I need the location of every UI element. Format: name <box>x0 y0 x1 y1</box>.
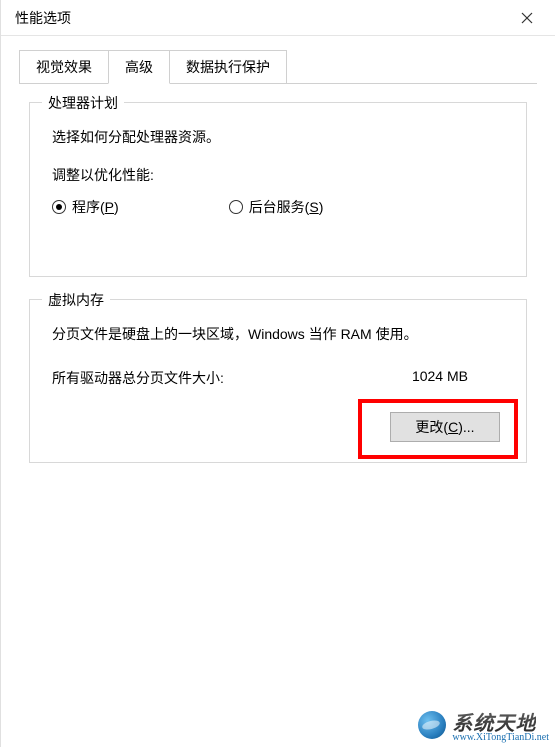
watermark-text-en: www.XiTongTianDi.net <box>452 732 549 743</box>
change-button[interactable]: 更改(C)... <box>390 412 500 442</box>
radio-label: 程序(P) <box>72 197 119 217</box>
paging-total-value: 1024 MB <box>412 368 468 388</box>
tab-visual-effects[interactable]: 视觉效果 <box>19 50 109 84</box>
tab-label: 视觉效果 <box>36 59 92 75</box>
radio-programs[interactable]: 程序(P) <box>52 197 119 217</box>
change-button-container: 更改(C)... <box>382 404 508 450</box>
radio-icon <box>229 200 243 214</box>
radio-icon <box>52 200 66 214</box>
watermark: 系统天地 www.XiTongTianDi.net <box>418 707 549 743</box>
paging-total-row: 所有驱动器总分页文件大小: 1024 MB <box>52 368 508 388</box>
adjust-label: 调整以优化性能: <box>52 165 508 185</box>
tab-advanced[interactable]: 高级 <box>108 50 170 84</box>
radio-group-scheduling: 程序(P) 后台服务(S) <box>52 197 508 217</box>
virtual-memory-group: 虚拟内存 分页文件是硬盘上的一块区域，Windows 当作 RAM 使用。 所有… <box>29 299 527 463</box>
performance-options-dialog: 性能选项 视觉效果 高级 数据执行保护 处理器计划 选择如何分配处理器资源。 调… <box>0 0 555 747</box>
group-legend: 虚拟内存 <box>42 290 110 310</box>
radio-label: 后台服务(S) <box>249 197 324 217</box>
radio-background-services[interactable]: 后台服务(S) <box>229 197 324 217</box>
close-button[interactable] <box>507 4 547 32</box>
group-legend: 处理器计划 <box>42 93 124 113</box>
tab-label: 数据执行保护 <box>186 59 270 75</box>
paging-total-label: 所有驱动器总分页文件大小: <box>52 368 224 388</box>
processor-scheduling-group: 处理器计划 选择如何分配处理器资源。 调整以优化性能: 程序(P) 后台服务(S… <box>29 102 527 277</box>
tab-label: 高级 <box>125 59 153 75</box>
processor-desc: 选择如何分配处理器资源。 <box>52 127 508 147</box>
tab-dep[interactable]: 数据执行保护 <box>169 50 287 84</box>
tab-panel-advanced: 处理器计划 选择如何分配处理器资源。 调整以优化性能: 程序(P) 后台服务(S… <box>19 83 537 463</box>
close-icon <box>521 12 533 24</box>
globe-icon <box>418 711 446 739</box>
virtual-memory-desc: 分页文件是硬盘上的一块区域，Windows 当作 RAM 使用。 <box>52 324 508 344</box>
titlebar: 性能选项 <box>1 0 555 36</box>
tab-strip: 视觉效果 高级 数据执行保护 <box>19 50 555 84</box>
window-title: 性能选项 <box>15 8 71 28</box>
